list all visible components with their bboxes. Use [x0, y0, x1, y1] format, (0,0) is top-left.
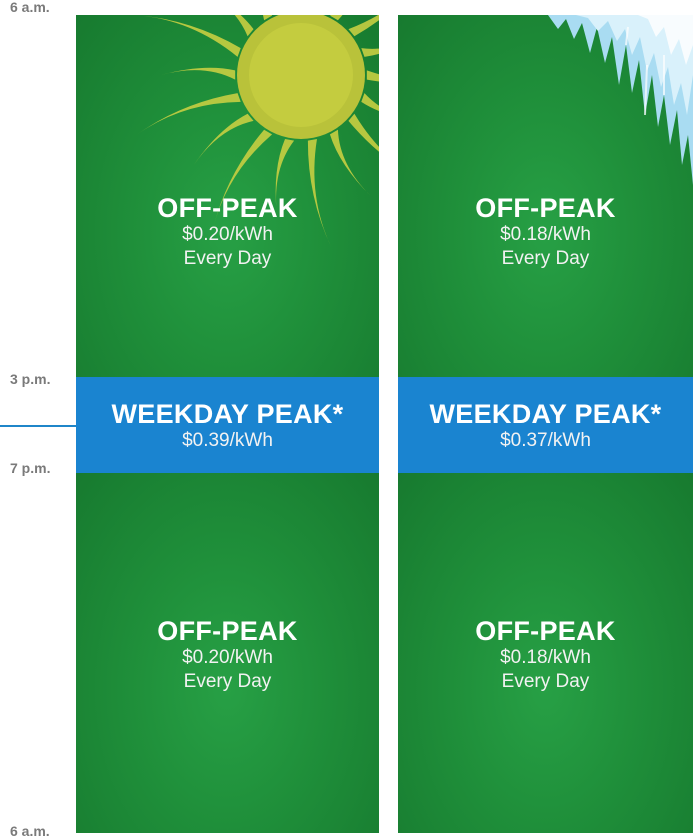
off-peak-note: Every Day: [183, 248, 272, 269]
off-peak-title: OFF-PEAK: [475, 193, 616, 223]
off-peak-rate: $0.20/kWh: [182, 224, 273, 245]
off-peak-evening-panel: OFF-PEAK $0.20/kWh Every Day: [76, 473, 379, 833]
off-peak-evening-panel: OFF-PEAK $0.18/kWh Every Day: [398, 473, 693, 833]
off-peak-morning-panel: OFF-PEAK $0.18/kWh Every Day: [398, 15, 693, 377]
weekday-peak-band: WEEKDAY PEAK* $0.37/kWh: [398, 377, 693, 473]
sun-ray: [329, 15, 343, 21]
off-peak-rate: $0.18/kWh: [500, 224, 591, 245]
summer-rate-column: OFF-PEAK $0.20/kWh Every Day WEEKDAY PEA…: [76, 15, 379, 833]
time-label-7pm: 7 p.m.: [10, 460, 51, 476]
weekday-peak-title: WEEKDAY PEAK*: [429, 399, 662, 429]
weekday-peak-text: WEEKDAY PEAK* $0.37/kWh: [398, 399, 693, 453]
weekday-peak-title: WEEKDAY PEAK*: [111, 399, 344, 429]
off-peak-rate: $0.20/kWh: [182, 647, 273, 668]
weekday-peak-band: WEEKDAY PEAK* $0.39/kWh: [76, 377, 379, 473]
off-peak-title: OFF-PEAK: [475, 616, 616, 646]
peak-marker-line: [0, 425, 76, 427]
off-peak-rate: $0.18/kWh: [500, 647, 591, 668]
time-label-3pm: 3 p.m.: [10, 371, 51, 387]
off-peak-morning-text: OFF-PEAK $0.20/kWh Every Day: [76, 193, 379, 271]
sun-ray: [136, 93, 241, 135]
time-label-6am-top: 6 a.m.: [10, 0, 50, 15]
sun-ray: [348, 113, 379, 152]
off-peak-morning-text: OFF-PEAK $0.18/kWh Every Day: [398, 193, 693, 271]
weekday-peak-rate: $0.37/kWh: [500, 430, 591, 451]
sun-ray: [136, 15, 241, 57]
sun-ray: [161, 67, 236, 80]
winter-rate-column: OFF-PEAK $0.18/kWh Every Day WEEKDAY PEA…: [398, 15, 693, 833]
sun-ray: [366, 70, 379, 82]
weekday-peak-text: WEEKDAY PEAK* $0.39/kWh: [76, 399, 379, 453]
off-peak-morning-panel: OFF-PEAK $0.20/kWh Every Day: [76, 15, 379, 377]
weekday-peak-rate: $0.39/kWh: [182, 430, 273, 451]
off-peak-note: Every Day: [183, 671, 272, 692]
off-peak-title: OFF-PEAK: [157, 616, 298, 646]
sun-ray: [361, 93, 379, 111]
off-peak-note: Every Day: [501, 671, 590, 692]
off-peak-note: Every Day: [501, 248, 590, 269]
sun-ray: [361, 48, 379, 57]
sun-ray: [329, 129, 371, 197]
off-peak-title: OFF-PEAK: [157, 193, 298, 223]
time-label-6am-bottom: 6 a.m.: [10, 823, 50, 839]
sun-ray: [348, 15, 379, 37]
off-peak-evening-text: OFF-PEAK $0.18/kWh Every Day: [398, 616, 693, 694]
off-peak-evening-text: OFF-PEAK $0.20/kWh Every Day: [76, 616, 379, 694]
